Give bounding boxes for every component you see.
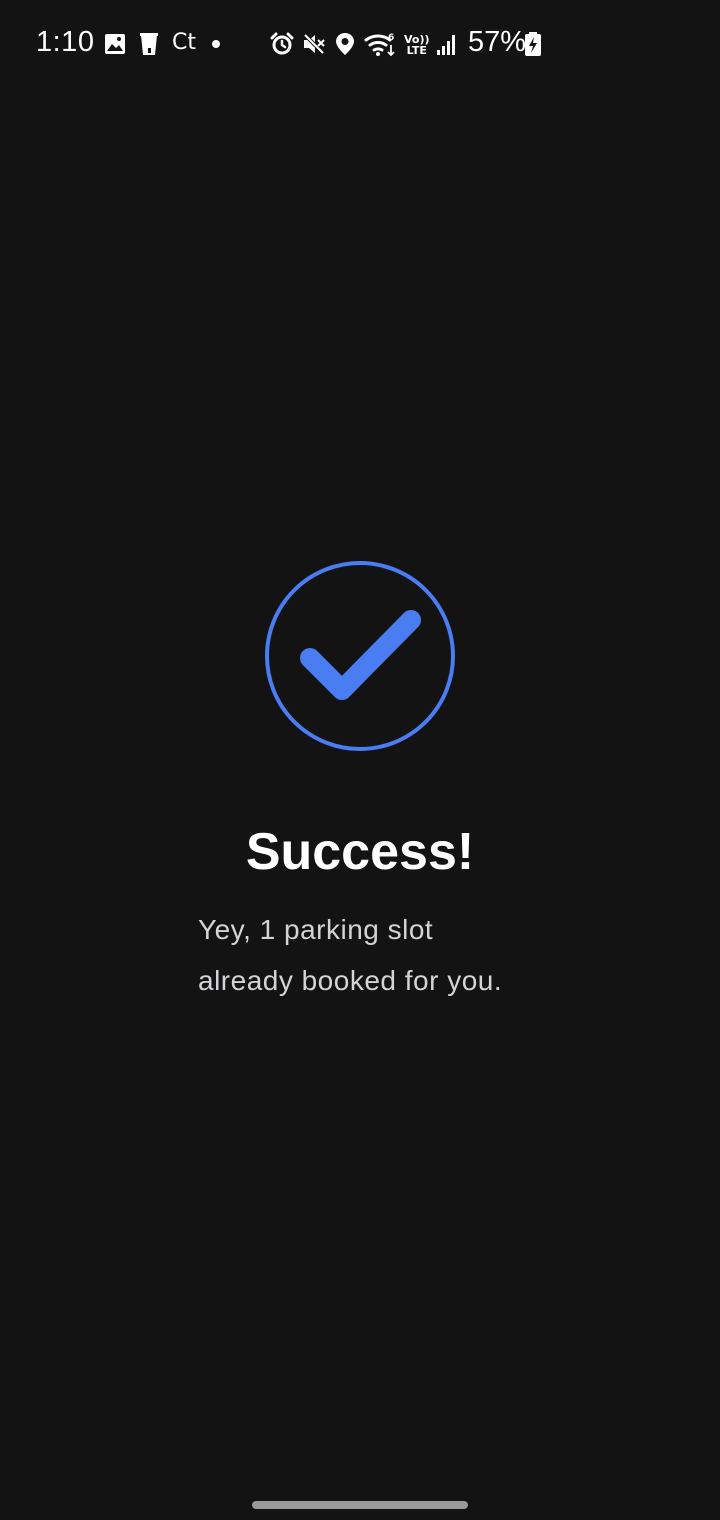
location-icon: [335, 30, 355, 58]
ct-icon: Ct: [172, 28, 196, 56]
success-screen: 1:10 Ct 6 Vo)) LTE 57% Success! Yey, 1 p…: [0, 0, 720, 1520]
success-message-line2: already booked for you.: [198, 965, 503, 996]
gallery-icon: [104, 30, 126, 58]
volte-icon: Vo)) LTE: [404, 31, 430, 59]
success-title: Success!: [245, 823, 475, 881]
alarm-icon: [270, 30, 294, 58]
battery-percent: 57%: [468, 26, 527, 58]
signal-icon: [436, 30, 458, 58]
svg-text:6: 6: [388, 33, 394, 43]
wifi-icon: 6: [364, 30, 396, 58]
success-message: Yey, 1 parking slot already booked for y…: [198, 904, 578, 1006]
status-time: 1:10: [36, 26, 95, 58]
success-check-icon: [264, 560, 456, 752]
success-message-line1: Yey, 1 parking slot: [198, 914, 434, 945]
volte-line2: LTE: [406, 44, 427, 57]
cup-icon: [140, 30, 158, 58]
status-bar: 1:10 Ct 6 Vo)) LTE 57%: [0, 0, 720, 88]
mute-icon: [302, 30, 326, 58]
home-indicator[interactable]: [252, 1501, 468, 1509]
dot-icon: [211, 30, 221, 58]
battery-icon: [524, 30, 542, 58]
ct-icon-text: Ct: [172, 29, 196, 55]
